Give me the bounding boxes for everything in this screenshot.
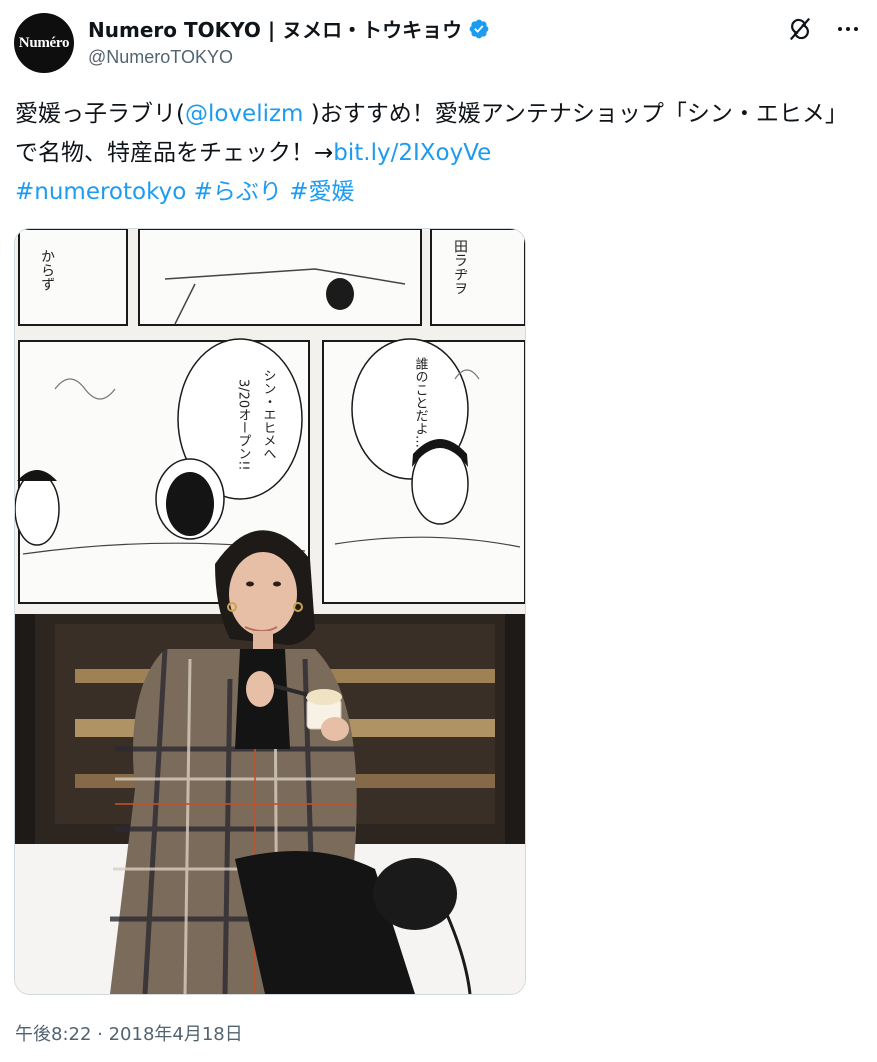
comic-text: からず bbox=[39, 249, 55, 291]
tweet-photo[interactable]: からず 田ラヂヲ シン・エヒメへ 3/20オープン!! 誰のことだよ…？ bbox=[14, 228, 526, 995]
hashtag-link[interactable]: #numerotokyo bbox=[15, 179, 186, 205]
comic-text: シン・エヒメへ bbox=[261, 369, 277, 460]
url-link[interactable]: bit.ly/2IXoyVe bbox=[333, 140, 491, 166]
header-actions bbox=[785, 14, 863, 44]
photo-illustration: からず 田ラヂヲ シン・エヒメへ 3/20オープン!! 誰のことだよ…？ bbox=[15, 229, 525, 994]
comic-text: 田ラヂヲ bbox=[452, 239, 468, 295]
hashtag-link[interactable]: #らぶり bbox=[194, 179, 282, 205]
hashtag-link[interactable]: #愛媛 bbox=[289, 179, 354, 205]
mention-link[interactable]: @lovelizm bbox=[185, 101, 303, 127]
tweet-text: 愛媛っ子ラブリ(@lovelizm )おすすめ！愛媛アンテナショップ「シン・エヒ… bbox=[15, 95, 860, 212]
avatar-logo-text: Numéro bbox=[18, 34, 70, 51]
author-name-row: Numero TOKYO | ヌメロ・トウキョウ bbox=[88, 14, 490, 43]
tweet-timestamp[interactable]: 午後8:22 · 2018年4月18日 bbox=[15, 1020, 243, 1046]
verified-badge-icon bbox=[468, 18, 490, 40]
author-handle[interactable]: @NumeroTOKYO bbox=[88, 47, 233, 68]
grok-icon[interactable] bbox=[785, 14, 815, 44]
tweet-text-part: 愛媛っ子ラブリ( bbox=[15, 101, 185, 127]
tweet-card: Numéro Numero TOKYO | ヌメロ・トウキョウ @NumeroT… bbox=[0, 0, 877, 1062]
avatar[interactable]: Numéro bbox=[14, 13, 74, 73]
comic-text: 3/20オープン!! bbox=[236, 379, 251, 471]
display-name[interactable]: Numero TOKYO | ヌメロ・トウキョウ bbox=[88, 14, 462, 43]
more-icon[interactable] bbox=[833, 14, 863, 44]
